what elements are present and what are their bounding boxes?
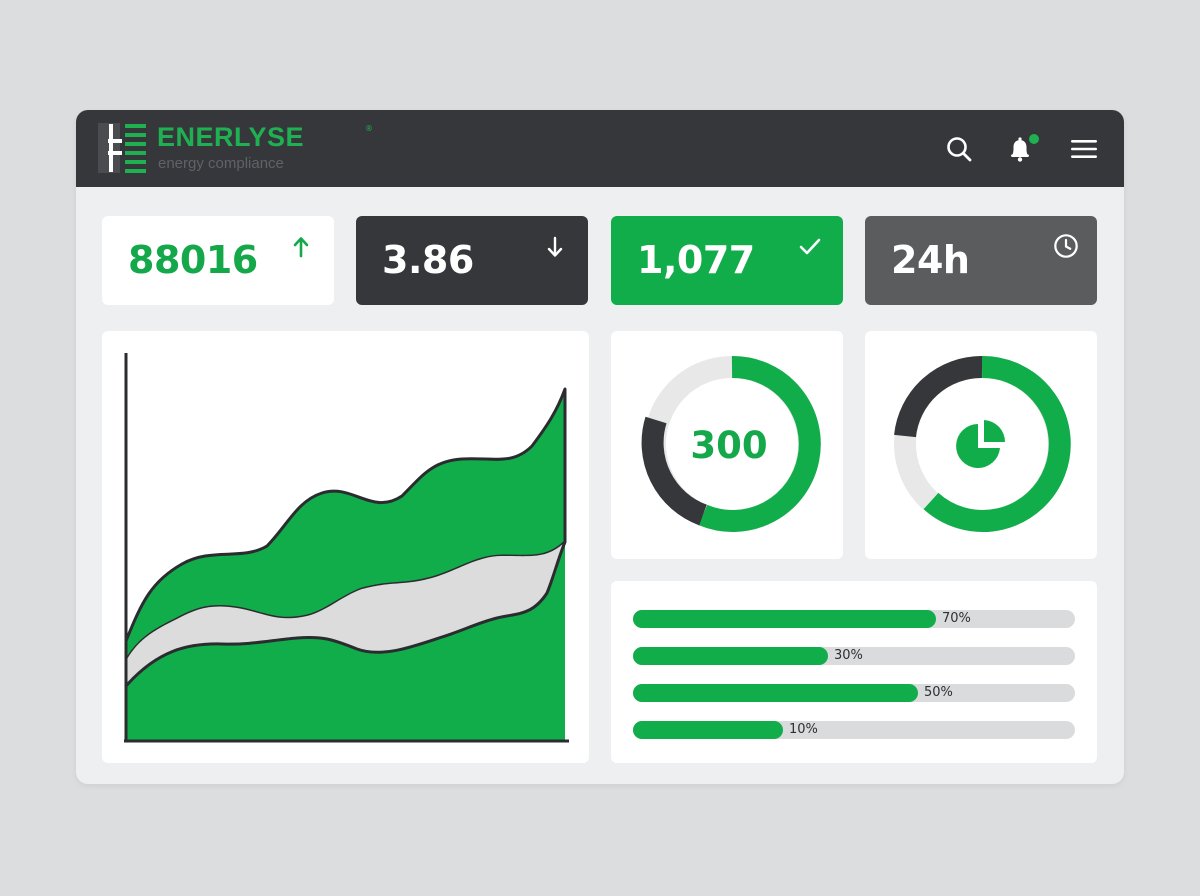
check-icon (799, 238, 821, 255)
stat-card-period[interactable]: 24h (865, 216, 1097, 305)
progress-bar-row: 30% (633, 647, 1075, 665)
progress-bar-row: 70% (633, 610, 1075, 628)
clock-icon (1054, 234, 1078, 258)
stat-value: 24h (891, 238, 970, 282)
arrow-down-icon (547, 236, 563, 257)
stat-card-total[interactable]: 88016 (102, 216, 334, 305)
stat-card-rate[interactable]: 3.86 (356, 216, 588, 305)
menu-icon[interactable] (1070, 135, 1098, 163)
search-icon[interactable] (945, 135, 973, 163)
donut-panel-2 (865, 331, 1097, 559)
logo-icon (98, 123, 146, 173)
app-window: ENERLYSE ® energy compliance 88016 3.86 … (76, 110, 1124, 784)
notification-dot (1027, 132, 1041, 146)
stat-value: 3.86 (382, 238, 474, 282)
donut-1-center-value: 300 (690, 423, 768, 467)
progress-label: 10% (789, 722, 818, 737)
progress-bar-row: 10% (633, 721, 1075, 739)
registered-mark: ® (365, 124, 373, 133)
area-chart-panel (102, 331, 589, 763)
progress-label: 30% (834, 648, 863, 663)
progress-panel: 70% 30% 50% 10% (611, 581, 1097, 763)
progress-bar-row: 50% (633, 684, 1075, 702)
stat-card-compliant[interactable]: 1,077 (611, 216, 843, 305)
stat-value: 1,077 (637, 238, 755, 282)
progress-label: 50% (924, 685, 953, 700)
progress-fill (633, 647, 828, 665)
progress-label: 70% (942, 611, 971, 626)
progress-fill (633, 610, 936, 628)
progress-fill (633, 684, 918, 702)
app-tagline: energy compliance (158, 155, 284, 172)
top-bar: ENERLYSE ® energy compliance (76, 110, 1124, 187)
area-chart (124, 353, 569, 743)
donut-chart-2 (894, 355, 1071, 532)
pie-chart-icon (956, 420, 1005, 468)
arrow-up-icon (293, 237, 309, 258)
app-name: ENERLYSE (157, 122, 305, 152)
progress-fill (633, 721, 783, 739)
stat-value: 88016 (128, 238, 258, 282)
donut-panel-1: 300 (611, 331, 843, 559)
donut-2-green-segment (923, 355, 1071, 532)
